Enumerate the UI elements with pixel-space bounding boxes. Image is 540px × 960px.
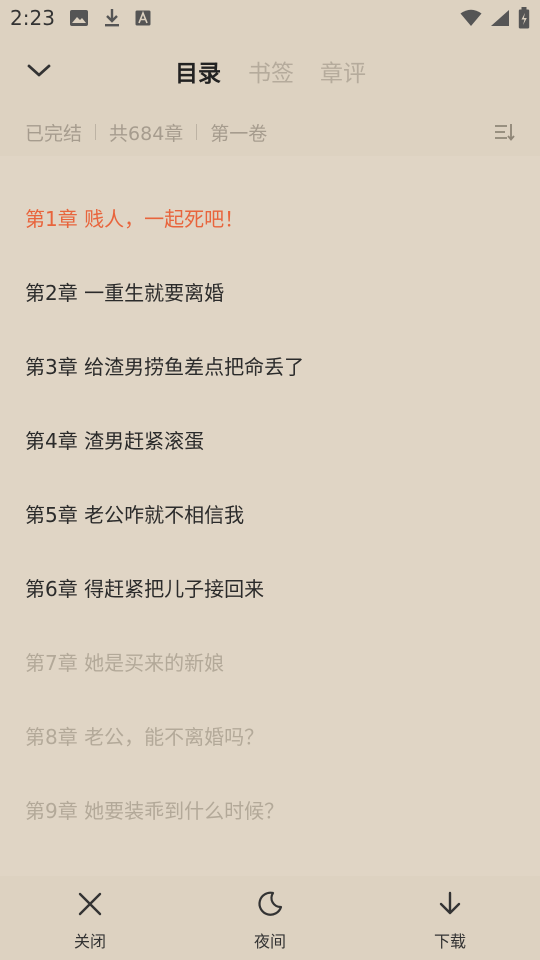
tab-chapter-comments[interactable]: 章评 — [320, 54, 366, 88]
sort-button[interactable] — [494, 122, 516, 142]
sort-icon — [494, 124, 516, 147]
download-label: 下载 — [433, 932, 466, 951]
battery-charging-icon — [518, 7, 530, 29]
status-time: 2:23 — [10, 6, 55, 30]
image-icon — [69, 9, 89, 27]
volume-name[interactable]: 第一卷 — [210, 119, 267, 146]
header: 目录 书签 章评 — [0, 36, 540, 108]
tab-bookmarks[interactable]: 书签 — [248, 54, 294, 88]
wifi-icon — [460, 9, 482, 27]
chapter-item-5[interactable]: 第5章 老公咋就不相信我 — [25, 495, 244, 535]
status-right-icons — [460, 7, 530, 29]
bottom-toolbar: 关闭 夜间 下载 — [0, 876, 540, 960]
night-label: 夜间 — [253, 932, 286, 951]
chapter-item-9[interactable]: 第9章 她要装乖到什么时候？ — [25, 791, 284, 831]
night-mode-button[interactable]: 夜间 — [230, 890, 310, 952]
tab-bar: 目录 书签 章评 — [0, 36, 540, 108]
chapter-item-3[interactable]: 第3章 给渣男捞鱼差点把命丢了 — [25, 347, 304, 387]
completion-status: 已完结 — [25, 122, 83, 145]
tab-catalog[interactable]: 目录 — [175, 54, 221, 88]
download-button[interactable]: 下载 — [410, 890, 490, 952]
chapter-item-1[interactable]: 第1章 贱人，一起死吧！ — [25, 199, 244, 239]
close-icon — [76, 890, 104, 922]
signal-icon — [490, 9, 510, 27]
chapter-list: 第1章 贱人，一起死吧！ 第2章 一重生就要离婚 第3章 给渣男捞鱼差点把命丢了… — [0, 156, 540, 876]
download-icon — [103, 8, 121, 28]
info-divider — [95, 124, 97, 140]
close-label: 关闭 — [73, 932, 106, 951]
status-left-icons — [69, 8, 151, 28]
info-divider — [196, 124, 198, 140]
chapter-item-6[interactable]: 第6章 得赶紧把儿子接回来 — [25, 569, 264, 609]
chapter-item-2[interactable]: 第2章 一重生就要离婚 — [25, 273, 224, 313]
chapter-item-8[interactable]: 第8章 老公，能不离婚吗？ — [25, 717, 264, 757]
chapter-item-7[interactable]: 第7章 她是买来的新娘 — [25, 643, 224, 683]
status-bar: 2:23 — [0, 0, 540, 36]
chapter-count: 共684章 — [109, 122, 184, 145]
moon-icon — [256, 890, 284, 922]
chapter-item-4[interactable]: 第4章 渣男赶紧滚蛋 — [25, 421, 204, 461]
download-arrow-icon — [436, 890, 464, 922]
book-info-bar: 已完结 共684章 第一卷 — [0, 108, 540, 156]
close-button[interactable]: 关闭 — [50, 890, 130, 952]
font-icon — [135, 10, 151, 26]
